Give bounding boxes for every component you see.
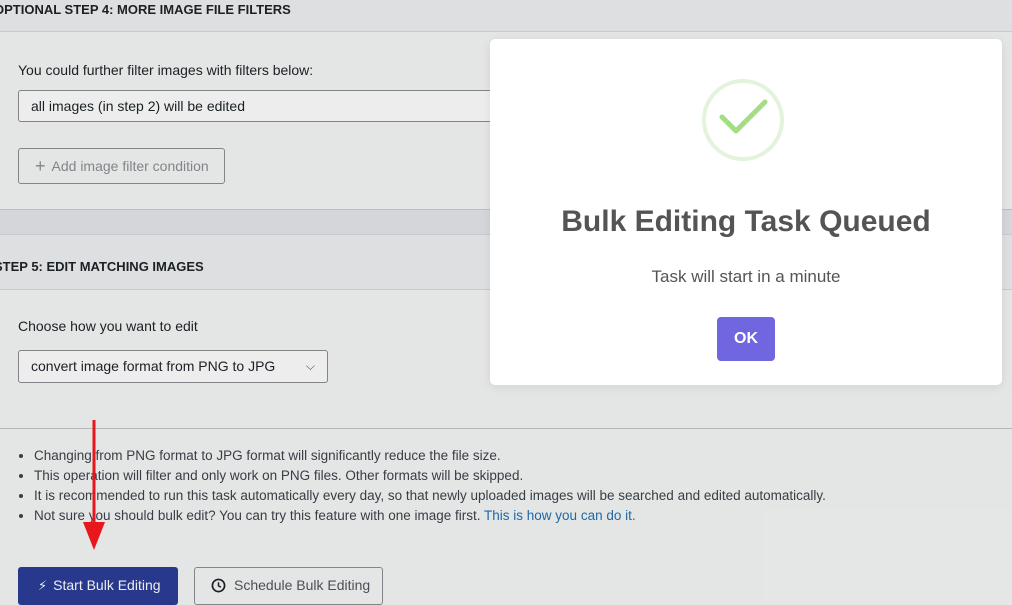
checkmark-icon <box>719 99 768 134</box>
dialog-title: Bulk Editing Task Queued <box>561 205 931 238</box>
dialog-message: Task will start in a minute <box>651 267 841 286</box>
success-dialog: Bulk Editing Task Queued Task will start… <box>490 39 1002 385</box>
success-icon <box>702 79 784 161</box>
red-arrow-icon <box>80 420 108 557</box>
ok-button[interactable]: OK <box>717 317 775 361</box>
